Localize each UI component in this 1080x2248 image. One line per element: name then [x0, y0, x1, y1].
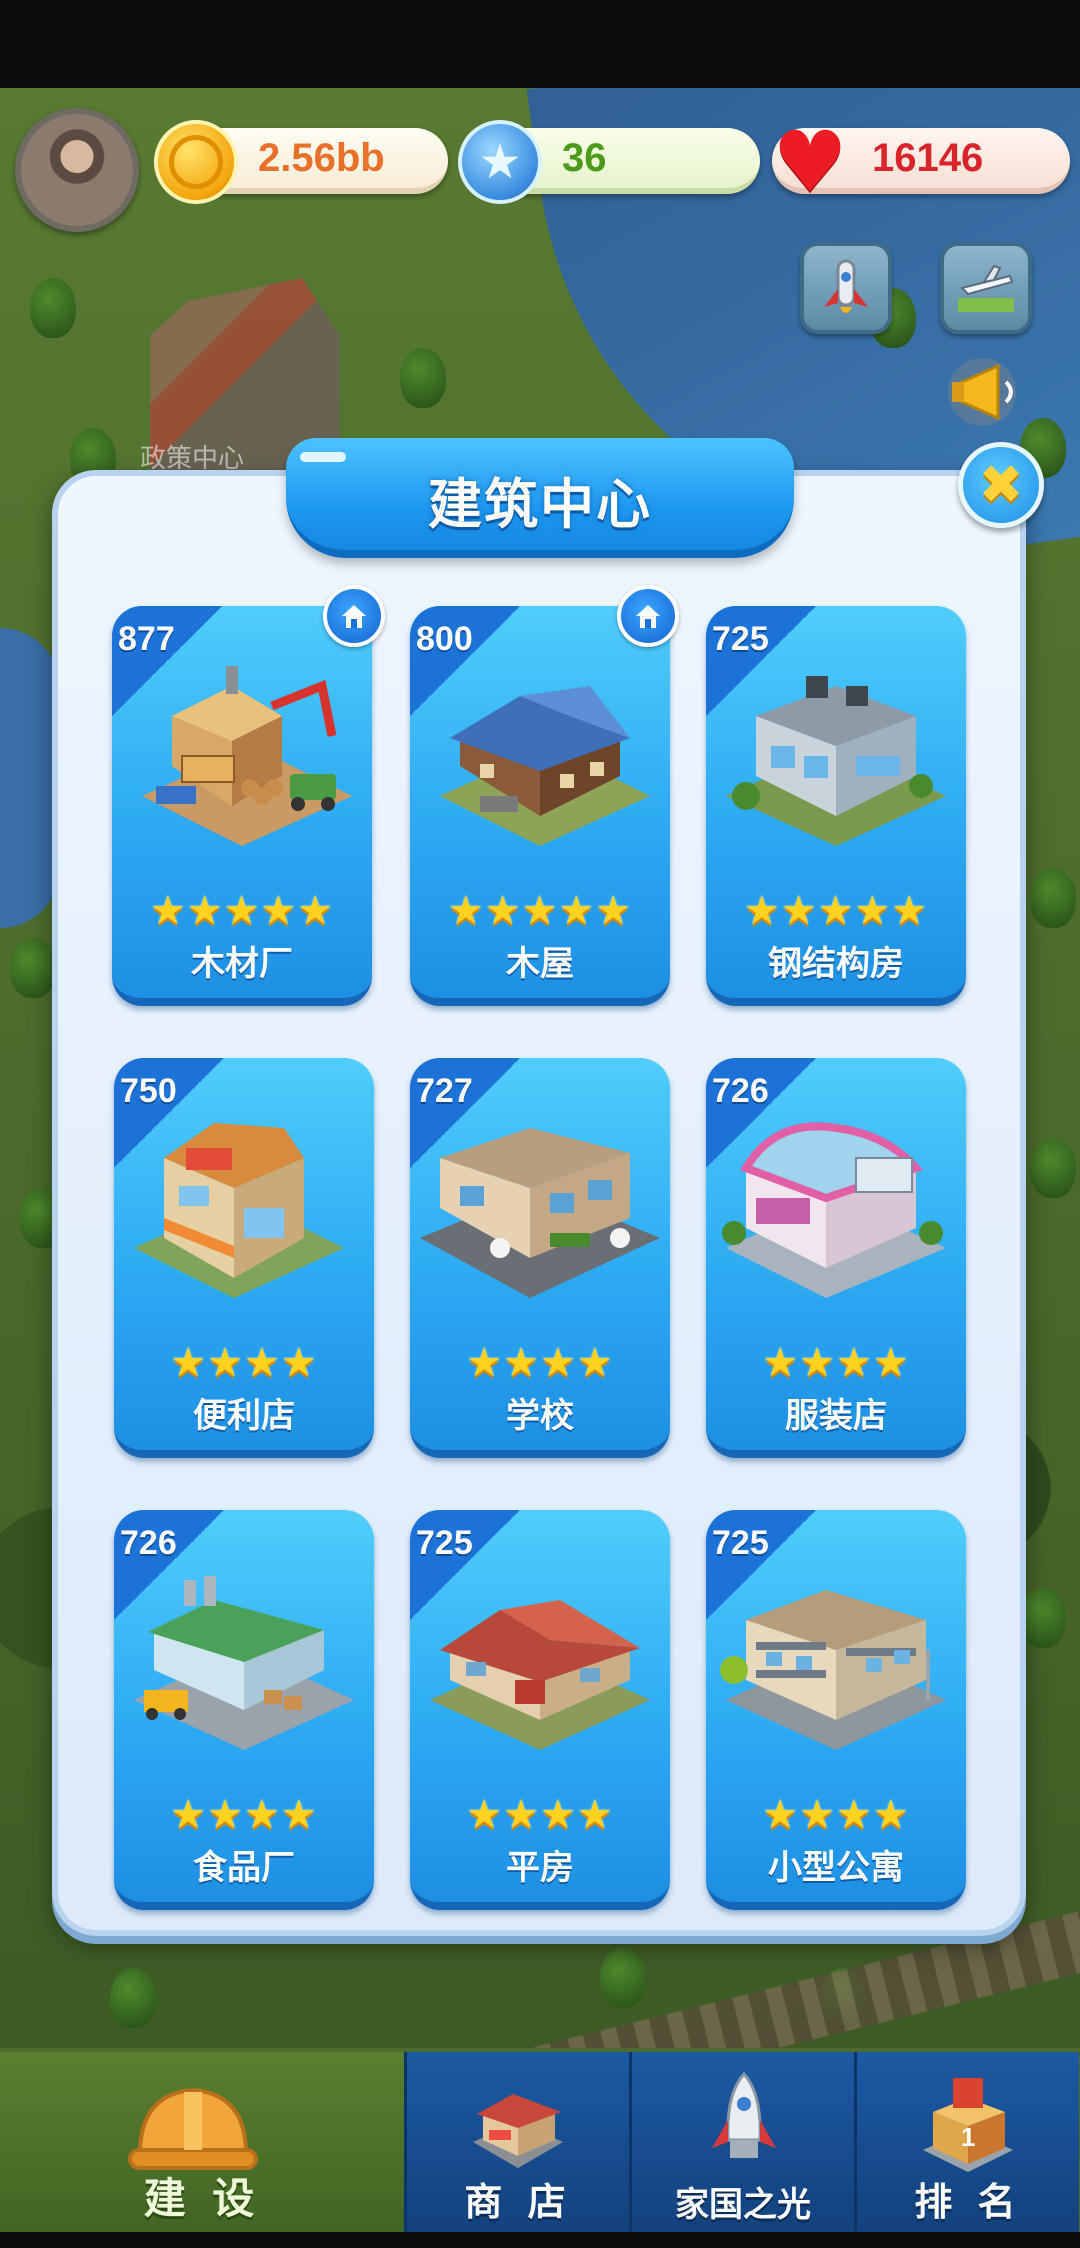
building-card-lumber-mill[interactable]: 877 ★★★★★ 木材厂	[112, 606, 372, 1006]
svg-text:1: 1	[961, 2122, 975, 2152]
building-name: 木材厂	[191, 944, 293, 984]
coin-value: 2.56bb	[258, 136, 385, 180]
star-counter[interactable]: ★ 36	[458, 120, 760, 204]
building-name: 钢结构房	[768, 944, 904, 984]
rocket-icon	[712, 2071, 776, 2158]
tree	[110, 1968, 156, 2028]
building-card-convenience-store[interactable]: 750 ★★★★ 便利店	[114, 1058, 374, 1458]
close-icon: ✖	[978, 453, 1024, 516]
star-value: 36	[562, 136, 607, 180]
star-rating: ★★★★★	[149, 888, 335, 934]
building-name: 木屋	[506, 944, 574, 984]
coin-counter[interactable]: 2.56bb	[154, 120, 448, 204]
star-rating: ★★★★	[762, 1340, 910, 1386]
small-apartment-illustration	[720, 1590, 946, 1750]
building-card-food-factory[interactable]: 726 ★★★★ 食品厂	[114, 1510, 374, 1910]
building-card-school[interactable]: 727 ★★★★ 学校	[410, 1058, 670, 1458]
airplane-icon	[958, 264, 1014, 312]
wooden-house-illustration	[440, 686, 650, 846]
school-illustration	[420, 1128, 660, 1298]
star-rating: ★★★★	[170, 1340, 318, 1386]
rocket-event-button[interactable]	[800, 242, 892, 334]
star-rating: ★★★★	[170, 1792, 318, 1838]
megaphone-icon[interactable]	[942, 352, 1032, 432]
rocket-icon	[824, 259, 868, 313]
system-home-bar	[0, 2232, 1080, 2248]
tree	[400, 348, 446, 408]
coin-icon	[154, 120, 238, 204]
nav-build[interactable]: 建 设	[0, 2052, 404, 2248]
star-rating: ★★★★	[466, 1792, 614, 1838]
steel-house-illustration	[726, 676, 946, 846]
star-rating: ★★★★	[466, 1340, 614, 1386]
nav-ranking[interactable]: 1 排 名	[854, 2052, 1079, 2248]
nav-label: 家国之光	[675, 2185, 811, 2225]
close-button[interactable]: ✖	[958, 442, 1044, 528]
bottom-navigation: 建 设 商 店 家国之光 1 排 名	[0, 2052, 1080, 2248]
home-badge-icon	[323, 585, 385, 647]
clothing-store-illustration	[722, 1122, 946, 1298]
building-name: 平房	[506, 1848, 574, 1888]
heart-counter[interactable]: ♥ 16146	[772, 120, 1070, 204]
tree	[1020, 1588, 1066, 1648]
building-card-wooden-house[interactable]: 800 ★★★★★ 木屋	[410, 606, 670, 1006]
tree	[30, 278, 76, 338]
status-bar	[0, 0, 1080, 88]
panel-title-banner: 建筑中心	[286, 438, 794, 558]
building-name: 学校	[506, 1396, 574, 1436]
star-coin-icon: ★	[458, 120, 542, 204]
building-card-steel-house[interactable]: 725 ★★★★★ 钢结构房	[706, 606, 966, 1006]
player-avatar[interactable]	[15, 108, 139, 232]
nav-shop[interactable]: 商 店	[404, 2052, 629, 2248]
building-card-small-apartment[interactable]: 725 ★★★★ 小型公寓	[706, 1510, 966, 1910]
tree	[600, 1948, 646, 2008]
convenience-store-illustration	[134, 1123, 344, 1298]
building-name: 服装店	[785, 1396, 887, 1436]
food-factory-illustration	[134, 1576, 354, 1750]
home-badge-icon	[617, 585, 679, 647]
lumber-mill-illustration	[142, 666, 352, 846]
building-name: 小型公寓	[768, 1848, 904, 1888]
building-card-bungalow[interactable]: 725 ★★★★ 平房	[410, 1510, 670, 1910]
tree	[1030, 1138, 1076, 1198]
star-rating: ★★★★★	[743, 888, 929, 934]
bungalow-illustration	[430, 1600, 650, 1750]
shop-icon	[473, 2094, 563, 2168]
airplane-event-button[interactable]	[940, 242, 1032, 334]
heart-value: 16146	[872, 136, 984, 180]
hard-hat-icon	[128, 2087, 258, 2170]
building-card-clothing-store[interactable]: 726 ★★★★ 服装店	[706, 1058, 966, 1458]
building-name: 便利店	[193, 1396, 295, 1436]
tree	[1030, 868, 1076, 928]
star-rating: ★★★★	[762, 1792, 910, 1838]
ranking-icon: 1	[923, 2078, 1013, 2172]
heart-icon: ♥	[772, 113, 848, 211]
river-left	[0, 628, 60, 928]
building-name: 食品厂	[193, 1848, 295, 1888]
tree	[10, 938, 56, 998]
nav-national-light[interactable]: 家国之光	[629, 2052, 854, 2248]
panel-title: 建筑中心	[428, 473, 652, 536]
star-rating: ★★★★★	[447, 888, 633, 934]
